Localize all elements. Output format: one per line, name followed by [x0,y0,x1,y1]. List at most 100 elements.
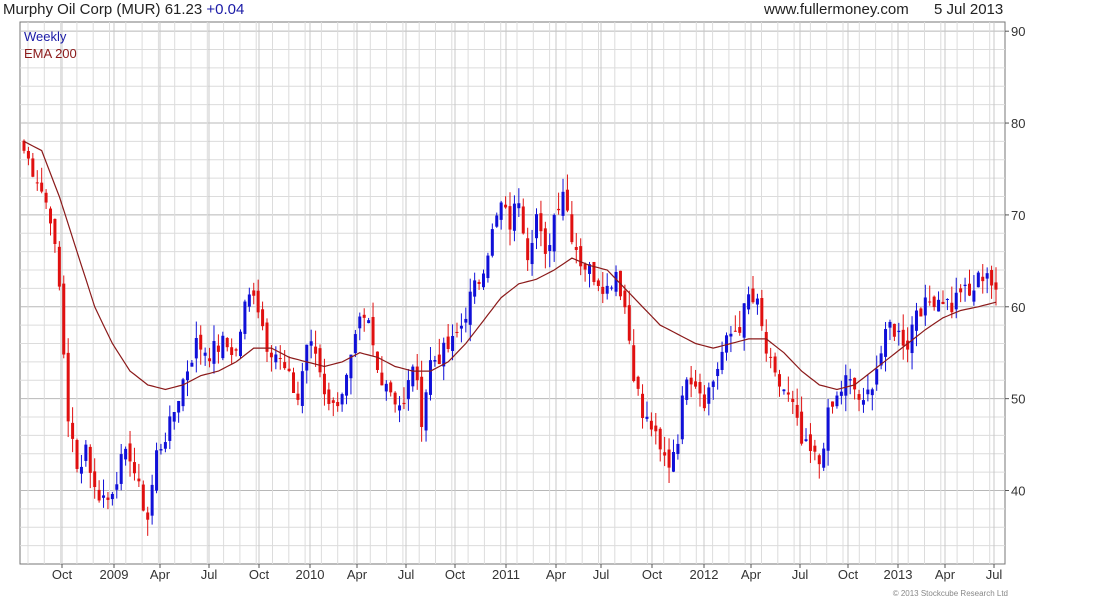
candle-body [530,242,534,265]
candle-body [875,369,879,385]
candle-body [627,305,631,341]
candle-body [234,349,238,351]
candle-body [331,400,335,403]
candle-body [738,327,742,333]
candle-body [309,341,313,346]
candle-body [504,204,508,208]
x-tick-label: Apr [150,567,171,582]
x-axis-ticks: Oct 2009 Apr Jul Oct 2010 Apr Jul Oct 2011 Apr Jul O… [52,564,1003,582]
candle-body [141,484,145,511]
candle-body [159,449,163,451]
candle-body [839,391,843,396]
candle-body [93,471,97,488]
x-tick-label: Apr [347,567,368,582]
candle-body [243,301,247,334]
candle-body [698,382,702,394]
candle-body [831,401,835,407]
candle-body [782,389,786,392]
candle-body [716,368,720,377]
candle-body [570,214,574,243]
candle-body [861,400,865,405]
candle-body [729,333,733,337]
candle-body [345,374,349,396]
x-tick-label: Jul [398,567,415,582]
candle-body [579,246,583,267]
candle-body [336,401,340,407]
candle-body [959,288,963,293]
candle-body [256,290,260,313]
candle-body [97,489,101,501]
candle-body [451,336,455,351]
candle-body [574,246,578,250]
candle-body [508,206,512,230]
y-tick-label: 50 [1011,392,1025,407]
candle-body [163,442,167,449]
candle-body [548,245,552,252]
x-tick-label: Oct [249,567,270,582]
candle-body [49,208,53,224]
candle-body [742,303,746,338]
candle-body [901,329,905,346]
x-tick-label: 2011 [492,567,520,582]
candle-body [888,321,892,328]
candle-body [543,228,547,254]
candle-body [565,189,569,211]
candle-body [804,439,808,441]
candle-body [557,208,561,211]
candle-body [663,452,667,456]
candle-body [539,213,543,232]
candle-body [817,455,821,465]
candle-body [433,360,437,362]
candle-body [963,284,967,287]
candle-body [711,381,715,387]
candle-body [685,379,689,400]
candle-body [473,280,477,297]
candle-body [866,389,870,395]
candle-body [623,290,627,308]
candle-body [230,347,234,355]
candle-body [415,366,419,381]
candle-body [53,218,57,245]
candle-body [314,346,318,354]
candle-body [778,374,782,387]
candle-body [208,358,212,362]
candle-body [362,314,366,318]
candle-body [212,341,216,364]
candle-body [583,264,587,270]
candle-body [137,478,141,482]
candle-body [561,191,565,216]
candle-body [667,449,671,468]
candle-body [283,362,287,369]
candle-body [190,362,194,367]
candle-body [517,203,521,209]
y-tick-label: 80 [1011,116,1025,131]
candle-body [813,445,817,452]
candle-body [720,351,724,370]
candle-body [106,497,110,500]
candle-body [199,334,203,350]
candle-body [490,229,494,256]
candle-body [499,202,503,220]
candle-body [884,329,888,357]
candle-body [671,452,675,472]
candle-body [928,301,932,303]
x-tick-label: Jul [201,567,218,582]
y-tick-label: 40 [1011,484,1025,499]
candle-body [632,345,636,382]
candle-body [941,301,945,304]
candle-body [115,484,119,490]
candle-body [358,316,362,329]
candle-body [791,398,795,403]
candle-body [694,381,698,387]
x-tick-label: Jul [792,567,809,582]
candle-body [292,372,296,393]
x-tick-label: Jul [986,567,1003,582]
candle-body [296,393,300,400]
candle-body [923,297,927,316]
candle-body [808,434,812,452]
candle-body [610,287,614,289]
y-tick-label: 90 [1011,24,1025,39]
x-tick-label: 2012 [690,567,719,582]
candle-body [680,395,684,440]
candle-body [552,215,556,252]
